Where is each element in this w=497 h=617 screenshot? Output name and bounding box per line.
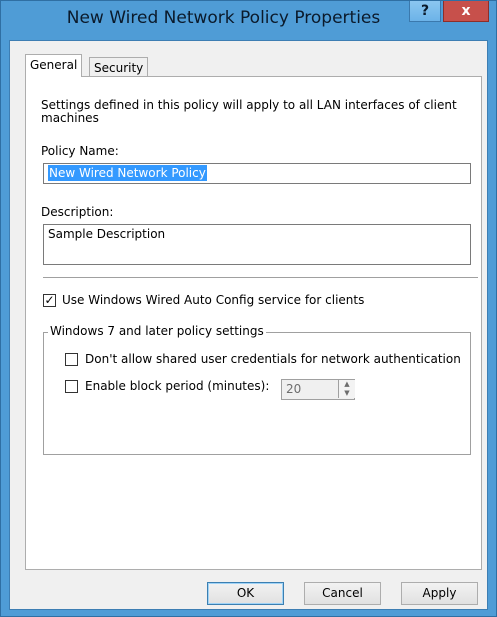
shared-credentials-label: Don't allow shared user credentials for … [85, 352, 461, 366]
separator [43, 277, 478, 279]
dialog-window: New Wired Network Policy Properties ? x … [0, 0, 497, 617]
description-label: Description: [41, 205, 114, 219]
block-period-value: 20 [286, 382, 302, 396]
policy-name-label: Policy Name: [41, 144, 119, 158]
policy-name-input[interactable]: New Wired Network Policy [43, 163, 471, 184]
auto-config-checkbox[interactable]: ✓ [43, 294, 56, 307]
intro-text: Settings defined in this policy will app… [41, 98, 457, 125]
block-period-checkbox[interactable] [65, 380, 78, 393]
block-period-spinner[interactable]: 20 ▲ ▼ [281, 379, 355, 400]
dialog-client-area: General Security Settings defined in thi… [9, 40, 488, 610]
auto-config-label: Use Windows Wired Auto Config service fo… [62, 293, 365, 307]
cancel-button[interactable]: Cancel [304, 582, 381, 605]
general-tab-panel: Settings defined in this policy will app… [25, 76, 482, 570]
description-value: Sample Description [48, 227, 166, 241]
block-period-label: Enable block period (minutes): [85, 379, 270, 393]
ok-button[interactable]: OK [207, 582, 284, 605]
shared-credentials-checkbox[interactable] [65, 353, 78, 366]
policy-settings-groupbox [43, 332, 471, 455]
window-title: New Wired Network Policy Properties [66, 8, 381, 28]
group-title: Windows 7 and later policy settings [48, 324, 266, 338]
tab-general[interactable]: General [25, 54, 83, 77]
close-button[interactable]: x [443, 1, 489, 22]
policy-name-value: New Wired Network Policy [48, 165, 207, 181]
description-textarea[interactable]: Sample Description [43, 224, 471, 265]
tab-security[interactable]: Security [89, 57, 149, 77]
apply-button[interactable]: Apply [401, 582, 478, 605]
spin-down-icon[interactable]: ▼ [338, 389, 355, 398]
title-bar[interactable]: New Wired Network Policy Properties ? x [1, 1, 496, 37]
help-button[interactable]: ? [409, 1, 441, 22]
